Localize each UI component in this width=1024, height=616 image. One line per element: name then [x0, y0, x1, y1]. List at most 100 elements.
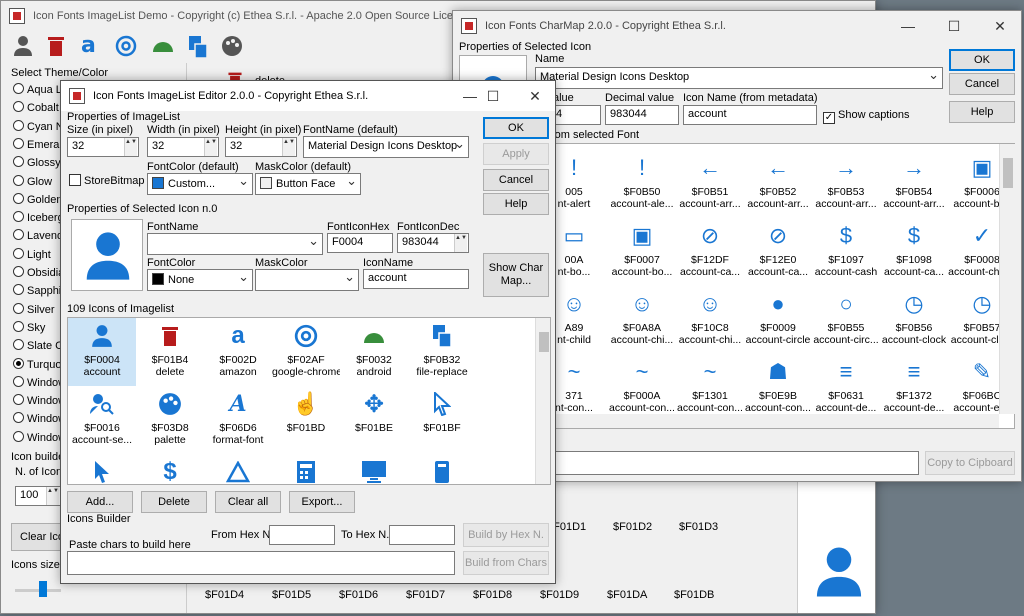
- delete-icon[interactable]: [47, 35, 65, 57]
- fontname-combo[interactable]: [147, 233, 323, 255]
- size-field[interactable]: 32: [67, 137, 139, 157]
- charmap-icon-cell[interactable]: ~ $F1301 account-con...: [676, 354, 744, 422]
- imagelist-icon-cell[interactable]: [68, 454, 136, 484]
- charmap-icon-cell[interactable]: $ $F1098 account-ca...: [880, 218, 948, 286]
- minimize-icon[interactable]: —: [885, 11, 931, 41]
- charmap-hscrollbar[interactable]: [552, 414, 999, 428]
- theme-radio[interactable]: Silver: [13, 302, 55, 316]
- theme-radio[interactable]: Glow: [13, 174, 52, 188]
- theme-radio[interactable]: Window: [13, 394, 66, 407]
- charmap-icon-cell[interactable]: ☺ $F10C8 account-chi...: [676, 286, 744, 354]
- demo-icon-label[interactable]: $F01D4: [205, 589, 244, 601]
- build-by-hex-button[interactable]: Build by Hex N.: [463, 523, 549, 547]
- close-icon[interactable]: ✕: [513, 81, 555, 111]
- chrome-icon[interactable]: [115, 35, 137, 57]
- export-button[interactable]: Export...: [289, 491, 355, 513]
- n-icons-field[interactable]: 100: [15, 486, 61, 506]
- demo-icon-label[interactable]: $F01DB: [674, 589, 714, 601]
- charmap-clipboard-field[interactable]: [551, 451, 919, 475]
- charmap-icon-cell[interactable]: ≡ $F0631 account-de...: [812, 354, 880, 422]
- charmap-decimal-field[interactable]: 983044: [605, 105, 679, 125]
- imagelist-icon-cell[interactable]: $F01B4 delete: [136, 318, 204, 386]
- amazon-icon[interactable]: a: [81, 33, 96, 58]
- paste-chars-field[interactable]: [67, 551, 455, 575]
- charmap-icon-cell[interactable]: → $F0B54 account-arr...: [880, 150, 948, 218]
- demo-icon-label[interactable]: $F01D2: [613, 521, 652, 533]
- charmap-icon-cell[interactable]: ▣ $F0007 account-bo...: [608, 218, 676, 286]
- imagelist-icon-cell[interactable]: $F01BF: [408, 386, 476, 454]
- show-charmap-button[interactable]: Show Char Map...: [483, 253, 549, 297]
- editor-apply-button[interactable]: Apply: [483, 143, 549, 165]
- charmap-icon-cell[interactable]: ~371 nt-con...: [552, 354, 608, 422]
- charmap-icon-cell[interactable]: ☺ A89 nt-child: [552, 286, 608, 354]
- charmap-icon-cell[interactable]: ☗ $F0E9B account-con...: [744, 354, 812, 422]
- imagelist-icon-cell[interactable]: [204, 454, 272, 484]
- charmap-icon-cell[interactable]: ● $F0009 account-circle: [744, 286, 812, 354]
- demo-icon-label[interactable]: $F01D6: [339, 589, 378, 601]
- theme-radio[interactable]: Cyan Ni: [13, 119, 66, 133]
- file-replace-icon[interactable]: [187, 35, 209, 59]
- fonticondec-field[interactable]: 983044: [397, 233, 469, 253]
- editor-cancel-button[interactable]: Cancel: [483, 169, 549, 191]
- maximize-icon[interactable]: ☐: [931, 11, 977, 41]
- add-button[interactable]: Add...: [67, 491, 133, 513]
- charmap-icon-cell[interactable]: ~ $F000A account-con...: [608, 354, 676, 422]
- demo-icon-label[interactable]: $F01D8: [473, 589, 512, 601]
- imagelist-icon-cell[interactable]: [340, 454, 408, 484]
- charmap-icon-cell[interactable]: ≡ $F1372 account-de...: [880, 354, 948, 422]
- charmap-icon-cell[interactable]: ⊘ $F12DF account-ca...: [676, 218, 744, 286]
- charmap-icon-cell[interactable]: ! 005 nt-alert: [552, 150, 608, 218]
- maximize-icon[interactable]: ☐: [471, 81, 515, 111]
- imagelist-icon-cell[interactable]: $F02AF google-chrome: [272, 318, 340, 386]
- theme-radio[interactable]: Light: [13, 247, 51, 261]
- imagelist-icon-cell[interactable]: $F0B32 file-replace: [408, 318, 476, 386]
- charmap-icon-cell[interactable]: ← $F0B52 account-arr...: [744, 150, 812, 218]
- theme-radio[interactable]: Window: [13, 430, 66, 444]
- show-captions-checkbox[interactable]: ✓ Show captions: [823, 109, 910, 124]
- build-from-chars-button[interactable]: Build from Chars: [463, 551, 549, 575]
- charmap-vscrollbar[interactable]: [999, 144, 1015, 414]
- imagelist-icon-cell[interactable]: [408, 454, 476, 484]
- fontcolor-combo[interactable]: None: [147, 269, 253, 291]
- charmap-help-button[interactable]: Help: [949, 101, 1015, 123]
- imagelist-icon-cell[interactable]: $F0004 account: [68, 318, 136, 386]
- charmap-iconname-field[interactable]: account: [683, 105, 817, 125]
- imagelist-vscrollbar[interactable]: [535, 318, 550, 484]
- charmap-cancel-button[interactable]: Cancel: [949, 73, 1015, 95]
- charmap-value-field[interactable]: 4: [551, 105, 601, 125]
- theme-radio[interactable]: Glossy: [13, 156, 61, 169]
- fontcolor-default-combo[interactable]: Custom...: [147, 173, 253, 195]
- demo-icon-label[interactable]: $F01D9: [540, 589, 579, 601]
- width-field[interactable]: 32: [147, 137, 219, 157]
- storebitmap-checkbox[interactable]: StoreBitmap: [69, 174, 145, 187]
- charmap-font-combo[interactable]: Material Design Icons Desktop: [535, 67, 943, 89]
- demo-icon-label[interactable]: $F01D3: [679, 521, 718, 533]
- charmap-titlebar[interactable]: Icon Fonts CharMap 2.0.0 - Copyright Eth…: [453, 11, 1021, 41]
- android-icon[interactable]: [151, 37, 175, 53]
- iconname-field[interactable]: account: [363, 269, 469, 289]
- editor-help-button[interactable]: Help: [483, 193, 549, 215]
- imagelist-icon-cell[interactable]: a $F002D amazon: [204, 318, 272, 386]
- demo-icon-label[interactable]: $F01DA: [607, 589, 647, 601]
- imagelist-icon-cell[interactable]: $F0032 android: [340, 318, 408, 386]
- demo-icon-label[interactable]: $F01D5: [272, 589, 311, 601]
- icons-size-slider[interactable]: [15, 579, 61, 601]
- fontname-default-combo[interactable]: Material Design Icons Desktop: [303, 136, 469, 158]
- theme-radio[interactable]: Window: [13, 375, 66, 389]
- to-hex-field[interactable]: [389, 525, 455, 545]
- imagelist-icon-cell[interactable]: ✥ $F01BE: [340, 386, 408, 454]
- editor-titlebar[interactable]: Icon Fonts ImageList Editor 2.0.0 - Copy…: [61, 81, 555, 111]
- clear-all-button[interactable]: Clear all: [215, 491, 281, 513]
- imagelist-icon-cell[interactable]: $F03D8 palette: [136, 386, 204, 454]
- demo-icon-label[interactable]: $F01D7: [406, 589, 445, 601]
- imagelist-icon-cell[interactable]: $: [136, 454, 204, 484]
- imagelist-icon-cell[interactable]: $F0016 account-se...: [68, 386, 136, 454]
- theme-radio[interactable]: Iceberg: [13, 211, 64, 224]
- imagelist-icon-cell[interactable]: A $F06D6 format-font: [204, 386, 272, 454]
- charmap-icon-cell[interactable]: → $F0B53 account-arr...: [812, 150, 880, 218]
- copy-to-clipboard-button[interactable]: Copy to Cipboard: [925, 451, 1015, 475]
- maskcolor-combo[interactable]: [255, 269, 359, 291]
- charmap-icon-cell[interactable]: ☺ $F0A8A account-chi...: [608, 286, 676, 354]
- editor-ok-button[interactable]: OK: [483, 117, 549, 139]
- imagelist-icon-cell[interactable]: ☝ $F01BD: [272, 386, 340, 454]
